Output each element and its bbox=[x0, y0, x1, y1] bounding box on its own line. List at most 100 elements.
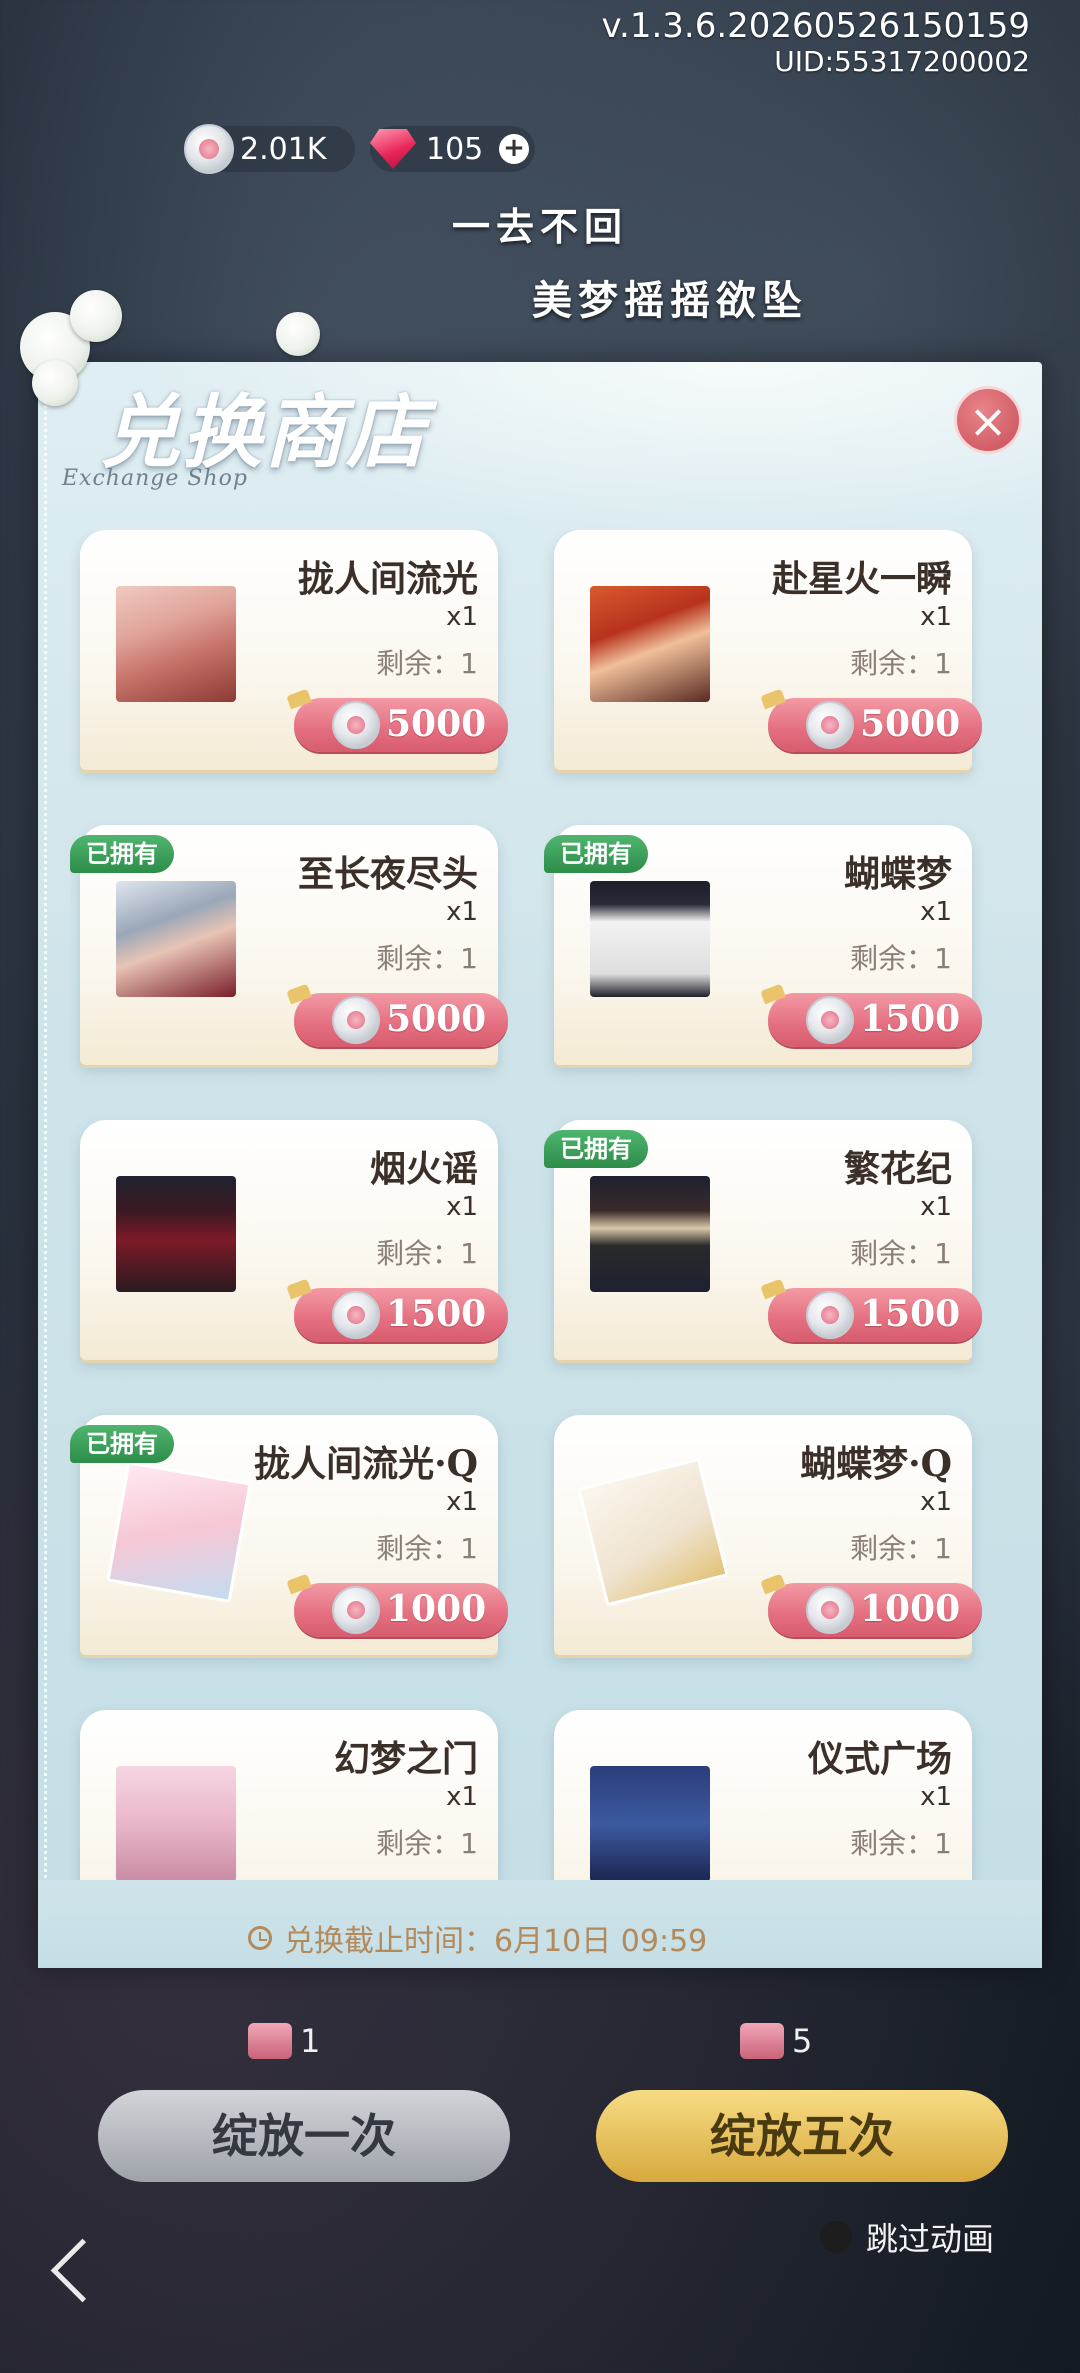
price-value: 1000 bbox=[386, 1588, 487, 1630]
item-remaining: 剩余：1 bbox=[850, 942, 952, 975]
price-value: 5000 bbox=[860, 703, 961, 745]
deadline-text: 兑换截止时间：6月10日 09:59 bbox=[248, 1916, 707, 1960]
modal-dotted-border bbox=[44, 362, 50, 1968]
shop-item-card[interactable]: 蝴蝶梦·Q x1 剩余：1 1000 bbox=[544, 1415, 982, 1665]
item-name: 幻梦之门 bbox=[333, 1738, 478, 1780]
owned-badge: 已拥有 bbox=[544, 1130, 648, 1168]
exchange-price-button[interactable]: 1000 bbox=[768, 1583, 982, 1637]
item-thumbnail bbox=[116, 1176, 236, 1292]
item-quantity: x1 bbox=[446, 1782, 478, 1812]
white-rose-icon bbox=[70, 290, 122, 342]
shop-item-card[interactable]: 至长夜尽头 x1 剩余：1 5000 已拥有 bbox=[70, 825, 508, 1075]
item-name: 赴星火一瞬 bbox=[771, 558, 952, 600]
shop-item-card[interactable]: 赴星火一瞬 x1 剩余：1 5000 bbox=[544, 530, 982, 780]
item-thumbnail bbox=[106, 1460, 252, 1604]
shop-item-card[interactable]: 幻梦之门 x1 剩余：1 bbox=[70, 1710, 506, 1880]
add-gem-button[interactable]: + bbox=[499, 134, 529, 164]
item-name: 拢人间流光 bbox=[297, 558, 478, 600]
coin-balance: 2.01K bbox=[184, 124, 355, 174]
ticket-count-five: 5 bbox=[740, 2022, 812, 2060]
silver-rose-coin-icon bbox=[806, 701, 854, 749]
price-value: 1500 bbox=[386, 1293, 487, 1335]
item-name: 蝴蝶梦·Q bbox=[800, 1443, 952, 1485]
ticket-icon bbox=[248, 2023, 292, 2059]
item-thumbnail bbox=[116, 586, 236, 702]
skip-animation-toggle[interactable]: 跳过动画 bbox=[820, 2214, 994, 2260]
item-thumbnail bbox=[116, 881, 236, 997]
item-quantity: x1 bbox=[920, 602, 952, 632]
item-name: 仪式广场 bbox=[807, 1738, 952, 1780]
item-name: 蝴蝶梦 bbox=[843, 853, 952, 895]
item-quantity: x1 bbox=[920, 897, 952, 927]
item-name: 至长夜尽头 bbox=[297, 853, 478, 895]
silver-rose-coin-icon bbox=[806, 1586, 854, 1634]
item-remaining: 剩余：1 bbox=[376, 647, 478, 680]
item-remaining: 剩余：1 bbox=[850, 647, 952, 680]
silver-rose-coin-icon bbox=[332, 1291, 380, 1339]
item-remaining: 剩余：1 bbox=[376, 1827, 478, 1860]
version-info: v.1.3.6.20260526150159 UID:55317200002 bbox=[602, 6, 1030, 78]
shop-item-card[interactable]: 拢人间流光·Q x1 剩余：1 1000 已拥有 bbox=[70, 1415, 508, 1665]
draw-once-button[interactable]: 绽放一次 bbox=[98, 2090, 510, 2182]
price-value: 1500 bbox=[860, 1293, 961, 1335]
gem-amount: 105 bbox=[426, 131, 484, 167]
item-quantity: x1 bbox=[920, 1192, 952, 1222]
silver-rose-coin-icon bbox=[184, 124, 234, 174]
item-remaining: 剩余：1 bbox=[376, 942, 478, 975]
item-quantity: x1 bbox=[446, 602, 478, 632]
shop-item-card[interactable]: 蝴蝶梦 x1 剩余：1 1500 已拥有 bbox=[544, 825, 982, 1075]
silver-rose-coin-icon bbox=[332, 996, 380, 1044]
banner-line-2: 美梦摇摇欲坠 bbox=[532, 277, 808, 324]
shop-item-card[interactable]: 烟火谣 x1 剩余：1 1500 bbox=[70, 1120, 508, 1370]
price-value: 1500 bbox=[860, 998, 961, 1040]
item-remaining: 剩余：1 bbox=[850, 1532, 952, 1565]
version-text: v.1.3.6.20260526150159 bbox=[601, 6, 1030, 46]
banner-line-1: 一去不回 bbox=[451, 204, 628, 249]
item-remaining: 剩余：1 bbox=[850, 1237, 952, 1270]
exchange-price-button[interactable]: 1500 bbox=[768, 993, 982, 1047]
exchange-price-button[interactable]: 5000 bbox=[768, 698, 982, 752]
uid-text: UID:55317200002 bbox=[774, 45, 1030, 78]
item-thumbnail bbox=[590, 1176, 710, 1292]
item-name: 繁花纪 bbox=[843, 1148, 952, 1190]
exchange-price-button[interactable]: 1500 bbox=[294, 1288, 508, 1342]
silver-rose-coin-icon bbox=[806, 1291, 854, 1339]
item-quantity: x1 bbox=[920, 1487, 952, 1517]
draw-five-button[interactable]: 绽放五次 bbox=[596, 2090, 1008, 2182]
item-thumbnail bbox=[116, 1766, 236, 1880]
shop-item-card[interactable]: 仪式广场 x1 剩余：1 bbox=[544, 1710, 980, 1880]
silver-rose-coin-icon bbox=[806, 996, 854, 1044]
price-value: 5000 bbox=[386, 703, 487, 745]
item-name: 拢人间流光·Q bbox=[254, 1443, 478, 1485]
item-remaining: 剩余：1 bbox=[850, 1827, 952, 1860]
silver-rose-coin-icon bbox=[332, 701, 380, 749]
shop-item-card[interactable]: 繁花纪 x1 剩余：1 1500 已拥有 bbox=[544, 1120, 982, 1370]
item-thumbnail bbox=[590, 881, 710, 997]
item-remaining: 剩余：1 bbox=[376, 1532, 478, 1565]
owned-badge: 已拥有 bbox=[544, 835, 648, 873]
silver-rose-coin-icon bbox=[332, 1586, 380, 1634]
price-value: 5000 bbox=[386, 998, 487, 1040]
shop-item-card[interactable]: 拢人间流光 x1 剩余：1 5000 bbox=[70, 530, 508, 780]
pink-gem-icon bbox=[370, 129, 416, 169]
toggle-dot-icon bbox=[820, 2221, 852, 2253]
shop-subtitle: Exchange Shop bbox=[62, 466, 248, 491]
gem-balance: 105 + bbox=[370, 126, 535, 172]
coin-amount: 2.01K bbox=[240, 131, 327, 167]
exchange-price-button[interactable]: 1500 bbox=[768, 1288, 982, 1342]
item-quantity: x1 bbox=[920, 1782, 952, 1812]
item-quantity: x1 bbox=[446, 897, 478, 927]
white-rose-icon bbox=[32, 360, 78, 406]
white-rose-icon bbox=[276, 312, 320, 356]
price-value: 1000 bbox=[860, 1588, 961, 1630]
ticket-icon bbox=[740, 2023, 784, 2059]
item-quantity: x1 bbox=[446, 1487, 478, 1517]
item-thumbnail bbox=[590, 586, 710, 702]
item-remaining: 剩余：1 bbox=[376, 1237, 478, 1270]
shop-item-grid: 拢人间流光 x1 剩余：1 5000 赴星火一瞬 x1 剩余：1 5000 至长夜尽头 x1 剩余：… bbox=[70, 530, 1030, 1880]
exchange-price-button[interactable]: 5000 bbox=[294, 698, 508, 752]
close-button[interactable]: × bbox=[954, 386, 1022, 454]
exchange-price-button[interactable]: 5000 bbox=[294, 993, 508, 1047]
item-thumbnail bbox=[590, 1766, 710, 1880]
exchange-price-button[interactable]: 1000 bbox=[294, 1583, 508, 1637]
